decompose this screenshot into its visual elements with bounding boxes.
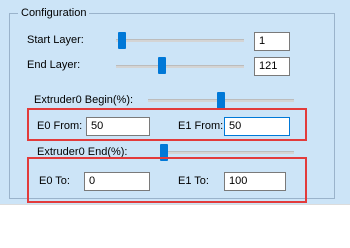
panel-divider: [0, 204, 350, 205]
e0-to-label: E0 To:: [39, 175, 70, 187]
extruder0-begin-label: Extruder0 Begin(%):: [34, 94, 134, 106]
start-layer-slider-track[interactable]: [116, 39, 244, 42]
extruder0-end-slider-track[interactable]: [160, 151, 294, 154]
start-layer-input[interactable]: 1: [254, 32, 290, 51]
end-layer-slider-thumb[interactable]: [158, 57, 166, 74]
e1-from-input[interactable]: 50: [224, 117, 290, 136]
end-layer-label: End Layer:: [27, 59, 81, 71]
e0-from-input[interactable]: 50: [86, 117, 150, 136]
e1-to-input[interactable]: 100: [224, 172, 286, 191]
extruder0-begin-slider-thumb[interactable]: [217, 92, 225, 109]
e1-to-label: E1 To:: [178, 175, 209, 187]
e1-from-label: E1 From:: [178, 120, 224, 132]
e0-from-label: E0 From:: [37, 120, 83, 132]
end-layer-input[interactable]: 121: [254, 57, 290, 76]
start-layer-label: Start Layer:: [27, 34, 84, 46]
start-layer-slider-thumb[interactable]: [118, 32, 127, 49]
e0-to-input[interactable]: 0: [84, 172, 150, 191]
groupbox-title: Configuration: [18, 6, 90, 20]
end-layer-slider-track[interactable]: [116, 65, 244, 68]
